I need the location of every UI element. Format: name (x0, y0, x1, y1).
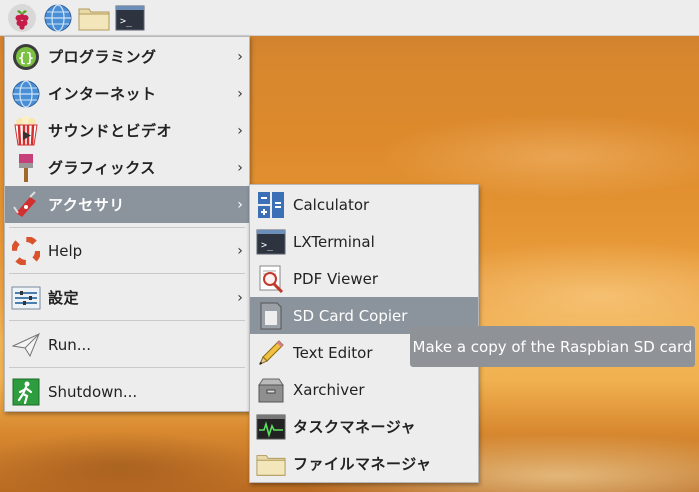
menu-item-label: Shutdown... (48, 382, 138, 401)
running-man-icon (11, 377, 41, 407)
submenu-arrow-icon: › (237, 122, 243, 139)
menu-item-internet[interactable]: インターネット › (5, 75, 249, 112)
menu-item-label: プログラミング (48, 48, 157, 66)
pdf-viewer-icon (256, 264, 286, 294)
sd-card-icon (256, 301, 286, 331)
submenu-arrow-icon: › (237, 242, 243, 259)
menu-item-task-manager[interactable]: タスクマネージャ (250, 408, 478, 445)
menu-item-label: Run... (48, 335, 92, 354)
raspberry-icon (8, 3, 36, 32)
menu-item-xarchiver[interactable]: Xarchiver (250, 371, 478, 408)
menu-item-help[interactable]: Help › (5, 232, 249, 269)
menu-item-accessories[interactable]: アクセサリ › (5, 186, 249, 223)
submenu-arrow-icon: › (237, 48, 243, 65)
submenu-arrow-icon: › (237, 159, 243, 176)
menu-item-lxterminal[interactable]: >_ LXTerminal (250, 223, 478, 260)
terminal-icon: >_ (115, 5, 145, 30)
menu-separator (9, 320, 245, 321)
menu-item-label: Xarchiver (293, 380, 365, 399)
tooltip: Make a copy of the Raspbian SD card (410, 326, 695, 367)
menu-item-shutdown[interactable]: Shutdown... (5, 373, 249, 410)
menu-item-label: LXTerminal (293, 232, 375, 251)
menu-item-pdf-viewer[interactable]: PDF Viewer (250, 260, 478, 297)
svg-text:{}: {} (18, 51, 34, 66)
submenu-arrow-icon: › (237, 289, 243, 306)
menu-separator (9, 273, 245, 274)
folder-icon (256, 449, 286, 479)
svg-text:>_: >_ (120, 16, 133, 27)
menu-item-label: Help (48, 241, 83, 260)
browser-launcher[interactable] (42, 2, 74, 34)
menu-item-label: アクセサリ (48, 196, 125, 214)
terminal-launcher[interactable]: >_ (114, 2, 146, 34)
task-manager-icon (256, 412, 286, 442)
swiss-knife-icon (11, 190, 41, 220)
main-menu: {} プログラミング › インターネット › サウンドとビデオ › グラフィック… (4, 36, 250, 412)
menu-item-file-manager[interactable]: ファイルマネージャ (250, 445, 478, 482)
archive-icon (256, 375, 286, 405)
menu-item-settings[interactable]: 設定 › (5, 279, 249, 316)
menu-item-label: 設定 (48, 289, 80, 307)
terminal-icon: >_ (256, 227, 286, 257)
menu-item-label: タスクマネージャ (293, 418, 416, 436)
menu-item-label: グラフィックス (48, 159, 156, 177)
settings-icon (11, 283, 41, 313)
lifebuoy-icon (11, 236, 41, 266)
menu-item-label: SD Card Copier (293, 306, 408, 325)
menu-item-label: PDF Viewer (293, 269, 378, 288)
menu-item-label: ファイルマネージャ (293, 455, 432, 473)
submenu-arrow-icon: › (237, 196, 243, 213)
pencil-icon (256, 338, 286, 368)
menu-item-calculator[interactable]: Calculator (250, 186, 478, 223)
taskbar: >_ (0, 0, 699, 36)
menu-separator (9, 367, 245, 368)
menu-item-label: サウンドとビデオ (48, 122, 173, 140)
file-manager-launcher[interactable] (78, 2, 110, 34)
svg-text:>_: >_ (261, 240, 274, 251)
raspberry-menu-button[interactable] (6, 2, 38, 34)
menu-separator (9, 227, 245, 228)
menu-item-run[interactable]: Run... (5, 326, 249, 363)
paper-plane-icon (11, 330, 41, 360)
programming-icon: {} (11, 42, 41, 72)
globe-icon (11, 79, 41, 109)
globe-icon (44, 3, 72, 32)
menu-item-label: Calculator (293, 195, 370, 214)
submenu-arrow-icon: › (237, 85, 243, 102)
menu-item-label: インターネット (48, 85, 157, 103)
paintbrush-icon (11, 153, 41, 183)
popcorn-icon (11, 115, 41, 146)
folder-icon (78, 8, 110, 30)
menu-item-graphics[interactable]: グラフィックス › (5, 149, 249, 186)
menu-item-programming[interactable]: {} プログラミング › (5, 38, 249, 75)
menu-item-sound-video[interactable]: サウンドとビデオ › (5, 112, 249, 149)
calculator-icon (256, 190, 286, 220)
